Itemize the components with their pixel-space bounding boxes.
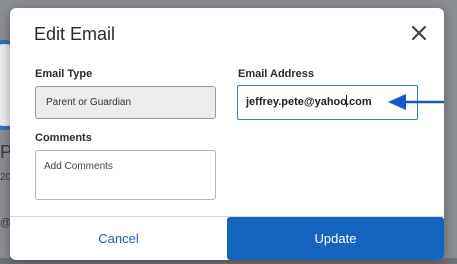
comments-label: Comments <box>35 132 92 144</box>
comments-textarea[interactable]: Add Comments <box>35 150 216 200</box>
edit-email-dialog: Edit Email Email Type Parent or Guardian… <box>10 8 444 260</box>
email-value-start: jeffrey.pete@yahoo <box>246 96 347 108</box>
close-icon <box>411 25 427 41</box>
cancel-button[interactable]: Cancel <box>10 217 227 260</box>
email-type-value: Parent or Guardian <box>46 97 132 108</box>
pointer-arrow-icon <box>388 94 444 110</box>
comments-placeholder: Add Comments <box>44 161 113 172</box>
email-type-label: Email Type <box>35 68 93 80</box>
email-value-end: .com <box>346 96 372 108</box>
dialog-title: Edit Email <box>34 24 116 44</box>
email-address-label: Email Address <box>238 68 315 80</box>
close-button[interactable] <box>408 22 430 44</box>
email-type-select[interactable]: Parent or Guardian <box>35 86 216 119</box>
update-button[interactable]: Update <box>227 217 444 260</box>
